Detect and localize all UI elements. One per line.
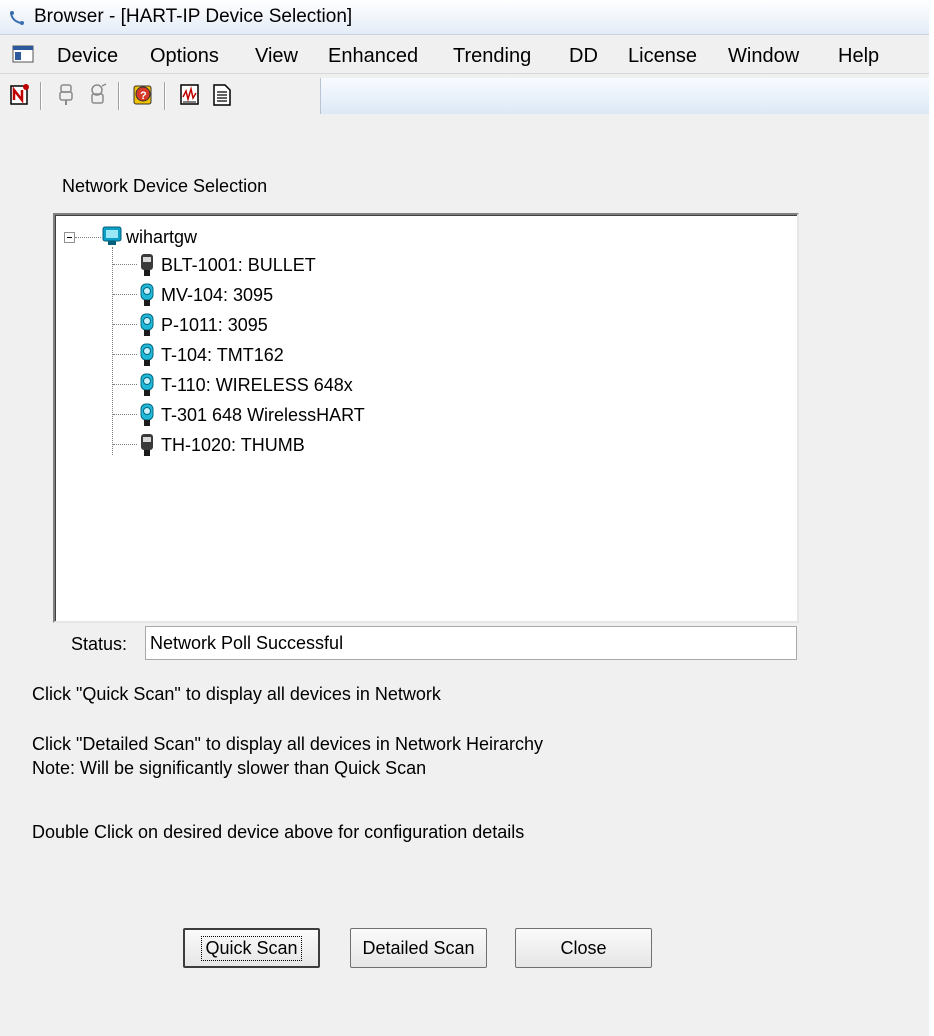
scan-note-wrapper: Note: Will be significantly slower than …: [32, 758, 426, 779]
new-connection-icon[interactable]: [8, 82, 32, 108]
status-label: Status:: [71, 634, 128, 654]
toolbar-separator: [40, 82, 42, 110]
tree-item-label: P-1011: 3095: [161, 315, 268, 335]
tree-item-label: TH-1020: THUMB: [161, 435, 305, 455]
menu-help[interactable]: Help: [838, 45, 879, 68]
detailed-scan-button[interactable]: Detailed Scan: [350, 928, 487, 968]
status-field[interactable]: Network Poll Successful: [145, 626, 797, 660]
tree-item-label: T-110: WIRELESS 648x: [161, 375, 353, 395]
menu-trending[interactable]: Trending: [453, 45, 531, 68]
toolbar: ?: [0, 74, 934, 118]
device-cyan-icon: [140, 313, 154, 336]
quick-scan-button-label: Quick Scan: [201, 935, 302, 961]
chart-icon[interactable]: [178, 82, 202, 108]
window-edge: [929, 0, 934, 1036]
device-cyan-icon: [140, 343, 154, 366]
device-cyan-icon: [140, 373, 154, 396]
menu-view[interactable]: View: [255, 45, 298, 68]
device-disabled-2-icon[interactable]: [86, 82, 110, 108]
device-cyan-icon: [140, 403, 154, 426]
tree-line: [113, 324, 137, 326]
tree-line: [113, 384, 137, 386]
close-button[interactable]: Close: [515, 928, 652, 968]
toolbar-separator: [164, 82, 166, 110]
svg-text:?: ?: [140, 90, 147, 102]
tree-item-label: BLT-1001: BULLET: [161, 255, 316, 275]
quick-scan-help-text: Click "Quick Scan" to display all device…: [32, 684, 441, 704]
menu-window[interactable]: Window: [728, 45, 799, 68]
menu-license[interactable]: License: [628, 45, 697, 68]
device-cyan-icon: [140, 283, 154, 306]
toolbar-strip: [320, 78, 934, 114]
tree-line: [113, 444, 137, 446]
device-gray-icon: [141, 434, 153, 456]
toolbar-separator: [118, 82, 120, 110]
report-icon[interactable]: [210, 82, 234, 108]
device-gray-icon: [141, 254, 153, 276]
scan-note-label: Note: Will be significantly slower than …: [32, 758, 427, 778]
tree-line: [112, 247, 114, 455]
tree-line: [113, 414, 137, 416]
tree-item-label: T-104: TMT162: [161, 345, 284, 365]
device-tree[interactable]: wihartgw BLT-1001: BULLET MV-104: 3095 P…: [53, 213, 799, 623]
gateway-icon: [102, 226, 122, 245]
document-window-icon[interactable]: [12, 45, 34, 63]
menu-bar: Device Options View Enhanced Trending DD…: [0, 35, 934, 74]
menu-options[interactable]: Options: [150, 45, 219, 68]
tree-line: [113, 294, 137, 296]
double-click-help-text: Double Click on desired device above for…: [32, 822, 525, 842]
tree-root-label[interactable]: wihartgw: [126, 227, 197, 248]
tree-item-label: T-301 648 WirelessHART: [161, 405, 365, 425]
detailed-scan-help-text: Click "Detailed Scan" to display all dev…: [32, 734, 543, 754]
device-disabled-icon[interactable]: [54, 82, 78, 108]
title-bar: Browser - [HART-IP Device Selection]: [0, 0, 934, 35]
tree-item-label: MV-104: 3095: [161, 285, 274, 305]
menu-dd[interactable]: DD: [569, 45, 598, 68]
collapse-toggle[interactable]: [64, 232, 75, 243]
quick-scan-button[interactable]: Quick Scan: [183, 928, 320, 968]
tree-line: [113, 354, 137, 356]
app-icon: [10, 11, 24, 25]
tree-line: [113, 264, 137, 266]
network-device-selection-label: Network Device Selection: [62, 176, 268, 196]
device-help-icon[interactable]: ?: [131, 82, 155, 108]
tree-line: [75, 237, 101, 239]
window-title: Browser - [HART-IP Device Selection]: [34, 6, 353, 27]
menu-enhanced[interactable]: Enhanced: [328, 45, 418, 68]
menu-device[interactable]: Device: [57, 45, 118, 68]
